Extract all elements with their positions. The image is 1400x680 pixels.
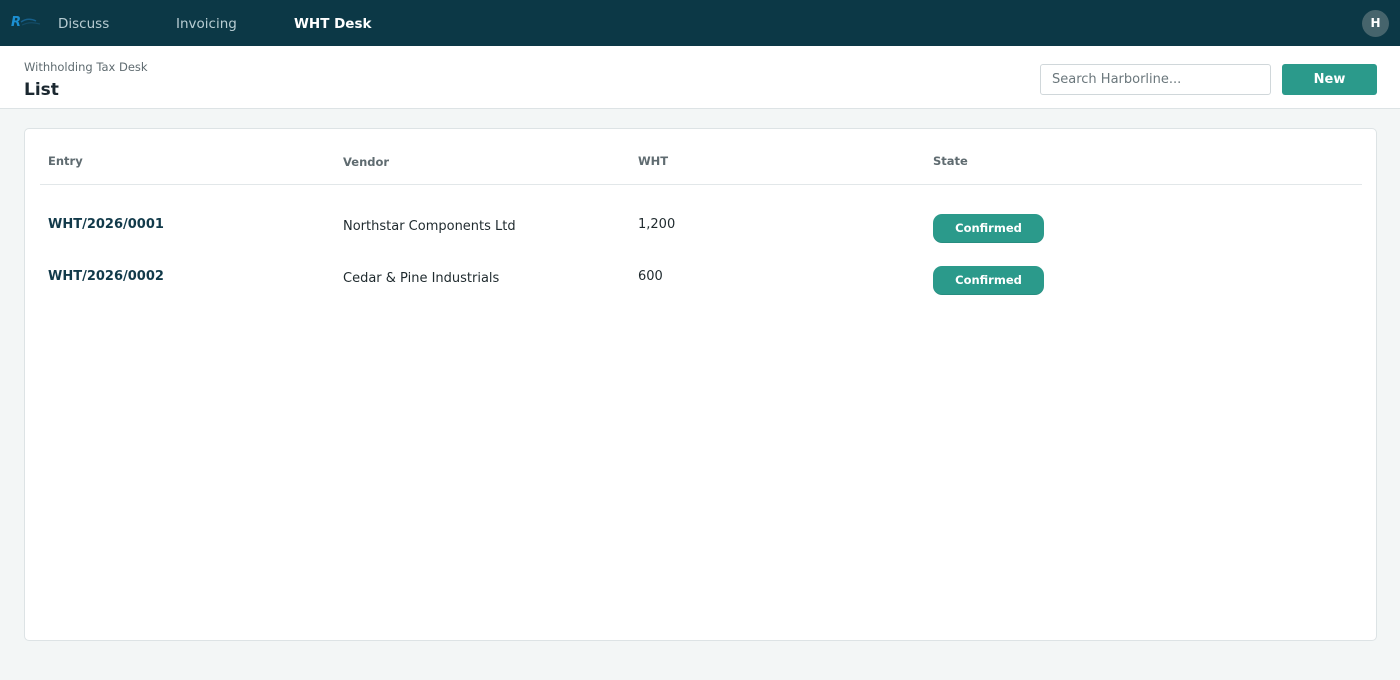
entry-cell[interactable]: WHT/2026/0002 bbox=[48, 269, 164, 284]
nav-invoicing[interactable]: Invoicing bbox=[176, 15, 237, 33]
status-badge: Confirmed bbox=[933, 266, 1044, 295]
user-avatar[interactable]: H bbox=[1362, 10, 1389, 37]
wht-cell: 1,200 bbox=[638, 217, 676, 232]
nav-discuss[interactable]: Discuss bbox=[58, 15, 109, 33]
breadcrumb[interactable]: Withholding Tax Desk bbox=[24, 60, 148, 74]
top-navbar: R Discuss Invoicing WHT Desk H bbox=[0, 0, 1400, 46]
column-header-wht[interactable]: WHT bbox=[638, 154, 668, 168]
list-view: Entry Vendor WHT State WHT/2026/0001 Nor… bbox=[24, 128, 1377, 641]
status-badge: Confirmed bbox=[933, 214, 1044, 243]
column-header-vendor[interactable]: Vendor bbox=[343, 155, 389, 169]
header-divider bbox=[40, 184, 1362, 185]
table-row[interactable]: WHT/2026/0001 Northstar Components Ltd 1… bbox=[40, 203, 1362, 247]
column-header-state[interactable]: State bbox=[933, 154, 968, 168]
column-header-entry[interactable]: Entry bbox=[48, 154, 83, 168]
control-panel: Withholding Tax Desk List New bbox=[0, 46, 1400, 109]
search-input[interactable] bbox=[1040, 64, 1271, 95]
svg-text:R: R bbox=[11, 15, 21, 30]
entry-cell[interactable]: WHT/2026/0001 bbox=[48, 217, 164, 232]
vendor-cell: Cedar & Pine Industrials bbox=[343, 271, 500, 286]
nav-wht-desk[interactable]: WHT Desk bbox=[294, 15, 371, 33]
page-title: List bbox=[24, 80, 59, 100]
new-button[interactable]: New bbox=[1282, 64, 1377, 95]
table-row[interactable]: WHT/2026/0002 Cedar & Pine Industrials 6… bbox=[40, 255, 1362, 299]
wht-cell: 600 bbox=[638, 269, 663, 284]
vendor-cell: Northstar Components Ltd bbox=[343, 219, 516, 234]
company-logo-icon[interactable]: R bbox=[10, 13, 44, 31]
